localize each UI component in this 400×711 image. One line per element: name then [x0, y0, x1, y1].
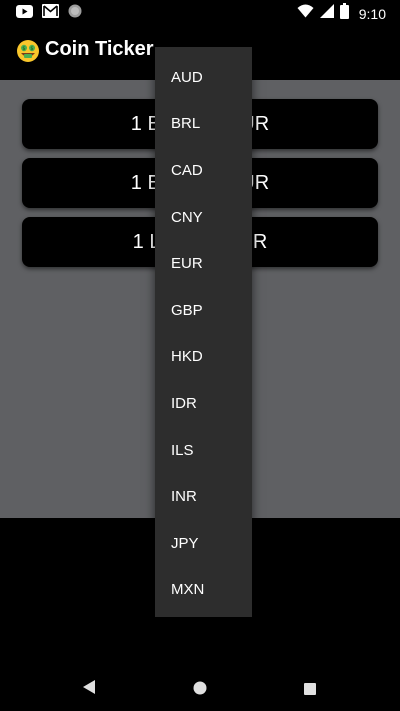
signal-icon: [319, 4, 334, 23]
currency-option[interactable]: BRL: [155, 101, 252, 148]
currency-dropdown-menu: AUD BRL CAD CNY EUR GBP HKD IDR ILS INR …: [155, 47, 252, 617]
status-bar: 9:10: [0, 0, 400, 24]
navigation-bar: [0, 664, 400, 711]
gmail-icon: [42, 4, 59, 23]
battery-icon: [339, 3, 349, 24]
currency-option[interactable]: CAD: [155, 147, 252, 194]
currency-option[interactable]: CNY: [155, 194, 252, 241]
currency-option[interactable]: HKD: [155, 334, 252, 381]
app-title: Coin Ticker: [45, 38, 154, 60]
currency-option[interactable]: INR: [155, 473, 252, 520]
phone-screen: 9:10 $ $ Coin Ticker 1 BTC = ? EUR 1 ETH…: [0, 0, 400, 711]
status-notifications: [16, 4, 82, 23]
currency-option[interactable]: EUR: [155, 240, 252, 287]
currency-option[interactable]: MXN: [155, 567, 252, 614]
currency-option[interactable]: JPY: [155, 520, 252, 567]
status-time: 9:10: [358, 5, 386, 22]
youtube-icon: [16, 4, 33, 23]
svg-text:$: $: [22, 46, 25, 52]
home-icon[interactable]: [193, 681, 207, 700]
svg-text:$: $: [30, 46, 33, 52]
recents-icon[interactable]: [304, 682, 316, 700]
status-system: 9:10: [297, 3, 386, 24]
currency-option[interactable]: AUD: [155, 54, 252, 101]
circle-notification-icon: [68, 4, 82, 23]
back-icon[interactable]: [82, 679, 96, 700]
currency-option[interactable]: IDR: [155, 380, 252, 427]
money-mouth-face-icon: $ $: [16, 39, 40, 63]
currency-option[interactable]: GBP: [155, 287, 252, 334]
wifi-icon: [297, 4, 314, 23]
currency-option[interactable]: ILS: [155, 427, 252, 474]
